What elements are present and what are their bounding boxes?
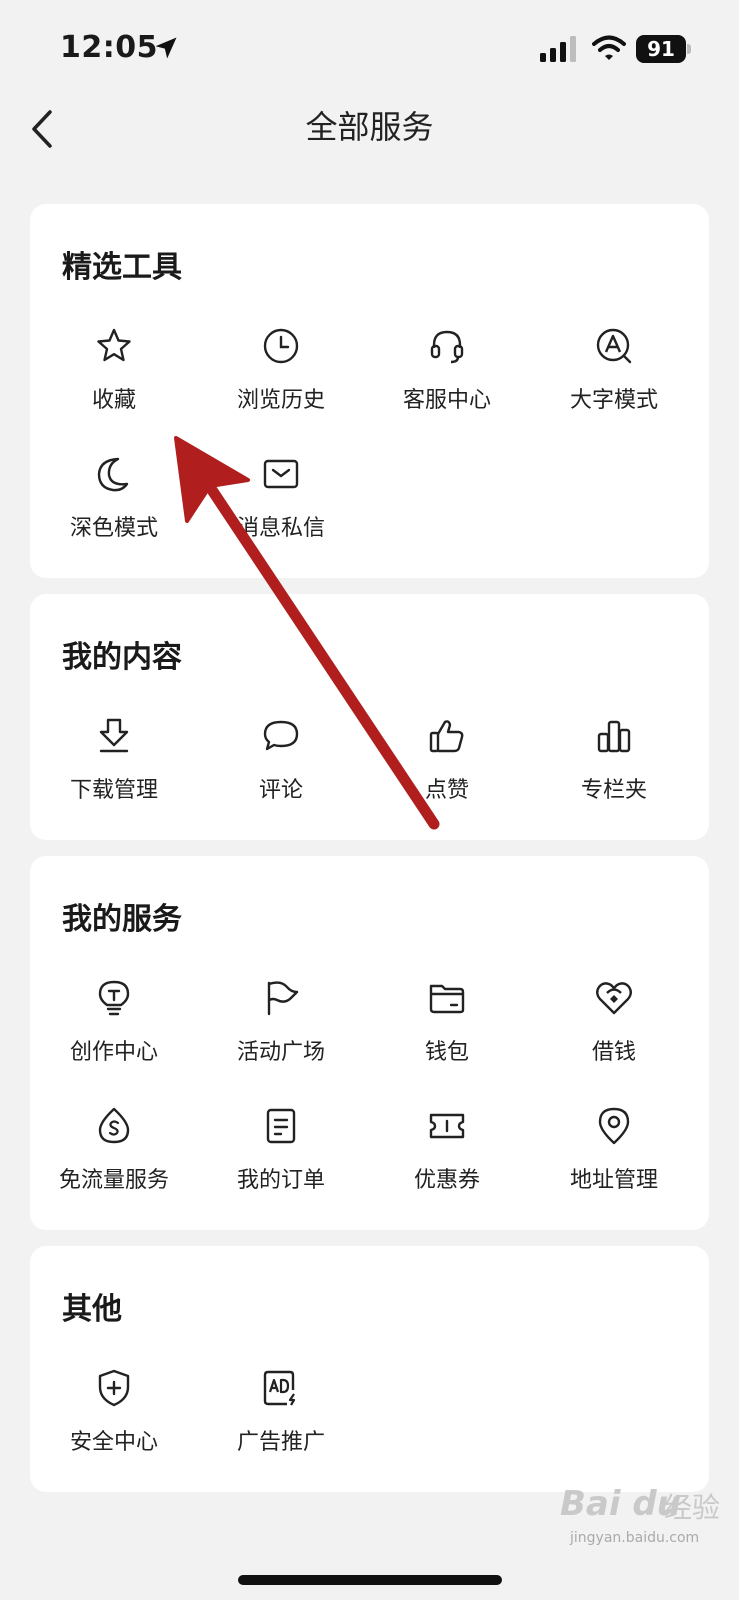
navigation-bar: 全部服务 [0,96,739,188]
service-ad-promotion[interactable]: 广告推广 [198,1368,364,1486]
service-borrow-money[interactable]: 借钱 [531,978,697,1096]
comment-icon [261,716,301,756]
ad-icon [261,1368,301,1408]
service-my-orders[interactable]: 我的订单 [198,1106,364,1224]
service-label: 地址管理 [569,1168,658,1193]
section-featured-tools: 精选工具 收藏 浏览历史 客服中心 大字模式 深色模式 消息私信 [30,204,709,578]
section-others: 其他 安全中心 广告推广 [30,1246,709,1492]
data-drop-icon [94,1106,134,1146]
service-customer-center[interactable]: 客服中心 [364,326,530,444]
section-title: 我的服务 [62,902,182,937]
service-label: 活动广场 [236,1040,325,1065]
wifi-icon [592,35,626,60]
download-icon [94,716,134,756]
service-coupons[interactable]: 优惠券 [364,1106,530,1224]
service-download-manager[interactable]: 下载管理 [31,716,197,834]
battery-tip [687,44,691,54]
service-comments[interactable]: 评论 [198,716,364,834]
watermark-sub: 经验 [664,1491,721,1524]
status-time: 12:05 [60,30,158,65]
watermark-url: jingyan.baidu.com [570,1530,700,1546]
service-label: 客服中心 [402,388,491,413]
baidu-jingyan-watermark: Bai du 经验 jingyan.baidu.com [560,1478,730,1558]
lightbulb-icon [94,978,134,1018]
service-dark-mode[interactable]: 深色模式 [31,454,197,572]
wallet-icon [427,978,467,1018]
service-security-center[interactable]: 安全中心 [31,1368,197,1486]
watermark-brand: Bai du [560,1484,681,1524]
section-title: 我的内容 [62,640,182,675]
service-label: 消息私信 [236,516,325,541]
service-label: 我的订单 [236,1168,325,1193]
service-label: 借钱 [591,1040,636,1065]
flag-icon [261,978,301,1018]
location-arrow-icon [155,37,177,59]
service-favorites[interactable]: 收藏 [31,326,197,444]
service-free-data[interactable]: 免流量服务 [31,1106,197,1224]
battery-level: 91 [636,35,686,63]
service-label: 下载管理 [69,778,158,803]
section-title: 精选工具 [62,250,182,285]
thumbs-up-icon [427,716,467,756]
service-label: 大字模式 [569,388,658,413]
cellular-signal-icon [540,36,576,62]
coupon-icon [427,1106,467,1146]
service-label: 评论 [258,778,303,803]
headset-icon [427,326,467,366]
battery-indicator: 91 [636,35,692,63]
section-title: 其他 [62,1292,122,1327]
service-label: 安全中心 [69,1430,158,1455]
service-label: 优惠券 [413,1168,480,1193]
moon-icon [94,454,134,494]
column-folder-icon [594,716,634,756]
service-address-management[interactable]: 地址管理 [531,1106,697,1224]
service-large-font-mode[interactable]: 大字模式 [531,326,697,444]
section-my-services: 我的服务 创作中心 活动广场 钱包 借钱 免流量服务 我的订单 优惠券 地址管理 [30,856,709,1230]
location-pin-icon [594,1106,634,1146]
service-label: 深色模式 [69,516,158,541]
service-browse-history[interactable]: 浏览历史 [198,326,364,444]
star-icon [94,326,134,366]
service-label: 创作中心 [69,1040,158,1065]
font-size-icon [594,326,634,366]
service-label: 专栏夹 [580,778,647,803]
section-my-content: 我的内容 下载管理 评论 点赞 专栏夹 [30,594,709,840]
service-creator-center[interactable]: 创作中心 [31,978,197,1096]
service-label: 广告推广 [236,1430,325,1455]
service-label: 收藏 [91,388,136,413]
service-likes[interactable]: 点赞 [364,716,530,834]
service-wallet[interactable]: 钱包 [364,978,530,1096]
loan-icon [594,978,634,1018]
service-messages[interactable]: 消息私信 [198,454,364,572]
service-label: 点赞 [424,778,469,803]
service-column-folder[interactable]: 专栏夹 [531,716,697,834]
service-label: 钱包 [424,1040,469,1065]
service-label: 浏览历史 [236,388,325,413]
status-bar: 12:05 91 [0,0,739,96]
mail-icon [261,454,301,494]
shield-icon [94,1368,134,1408]
service-label: 免流量服务 [58,1168,169,1193]
page-title: 全部服务 [305,108,434,146]
home-indicator[interactable] [238,1575,502,1585]
clock-icon [261,326,301,366]
service-activity-square[interactable]: 活动广场 [198,978,364,1096]
order-icon [261,1106,301,1146]
